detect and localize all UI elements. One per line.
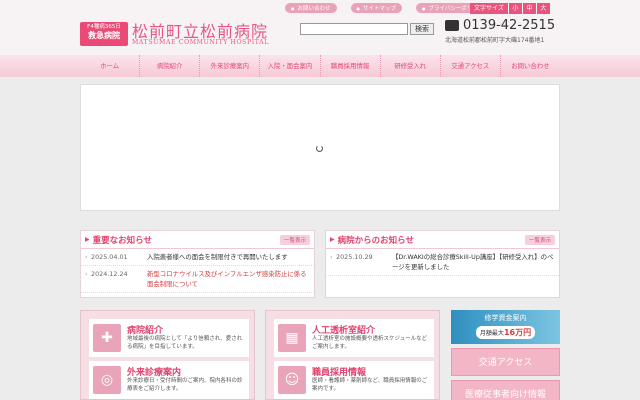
hospital-news-box: ▶ 病院からのお知らせ 一覧表示 2025.10.29 【Dr.WAKIの総合診… — [325, 230, 560, 298]
news-row[interactable]: 2025.10.29 【Dr.WAKIの総合診療Skill-Up講座】【研修受入… — [326, 249, 559, 276]
scholarship-title: 修学資金案内 — [484, 314, 527, 322]
arrow-icon: ▶ — [85, 236, 90, 243]
news-date: 2025.10.29 — [330, 252, 392, 272]
util-link-label: サイトマップ — [363, 6, 397, 12]
arrow-icon: ▶ — [330, 236, 335, 243]
address: 北海道松前郡松前町字大磯174番地1 — [445, 37, 545, 44]
info-cards-left: ✚ 病院紹介 地域最後の病院として「より信頼され、愛される病院」を目指しています… — [80, 310, 255, 400]
bullet-icon: ● — [422, 5, 426, 11]
nav-item-home[interactable]: ホーム — [80, 55, 139, 77]
phone-icon — [445, 20, 459, 31]
utility-links: ● お問い合わせ ● サイトマップ ● プライバシーポリシー — [285, 3, 490, 13]
medical-staff-button[interactable]: 医療従事者向け情報 — [451, 380, 560, 400]
news-text[interactable]: 入院患者様への面会を制限付きで再開いたします — [147, 252, 288, 262]
hospital-news-header: ▶ 病院からのお知らせ 一覧表示 — [326, 231, 559, 249]
scholarship-banner[interactable]: 修学資金案内 月額最大16万円 — [451, 310, 560, 344]
news-date: 2025.04.01 — [85, 252, 147, 262]
nav-item-outpatient[interactable]: 外来診療案内 — [199, 55, 259, 77]
phone-number[interactable]: 0139-42-2515 — [445, 18, 555, 33]
card-recruit[interactable]: ☺ 職員採用情報 医師・看護師・薬剤師など、職員採用情報のご案内です。 — [274, 361, 434, 399]
card-desc: 医師・看護師・薬剤師など、職員採用情報のご案内です。 — [312, 378, 428, 392]
phone-number-text: 0139-42-2515 — [463, 18, 556, 33]
card-desc: 外来診療日・受付時間のご案内、院内各科の診療表をご紹介します。 — [127, 378, 243, 392]
news-row[interactable]: 2025.04.01 入院患者様への面会を制限付きで再開いたします — [81, 249, 314, 266]
nav-item-contact[interactable]: お問い合わせ — [499, 55, 560, 77]
nav-item-about[interactable]: 病院紹介 — [139, 55, 199, 77]
font-size-large-button[interactable]: 大 — [536, 3, 550, 14]
nav-item-inpatient[interactable]: 入院・面会案内 — [259, 55, 319, 77]
scholarship-prefix: 月額最大 — [479, 330, 504, 337]
emergency-badge: F4種病365日 救急病院 — [80, 22, 128, 46]
global-nav: ホーム 病院紹介 外来診療案内 入院・面会案内 職員採用情報 研修受入れ 交通ア… — [0, 55, 640, 77]
scholarship-value: 16万円 — [503, 328, 532, 337]
important-news-title: 重要なお知らせ — [92, 235, 152, 246]
card-outpatient[interactable]: ◎ 外来診療案内 外来診療日・受付時間のご案内、院内各科の診療表をご紹介します。 — [89, 361, 249, 399]
info-cards-middle: ▦ 人工透析室紹介 人工透析室の施設概要や透析スケジュールなどご案内します。 ☺… — [265, 310, 440, 400]
news-text[interactable]: 新型コロナウイルス及びインフルエンザ感染防止に係る面会制限について — [147, 269, 310, 289]
hospital-news-more-button[interactable]: 一覧表示 — [524, 234, 555, 245]
font-size-medium-button[interactable]: 中 — [522, 3, 536, 14]
important-news-more-button[interactable]: 一覧表示 — [279, 234, 310, 245]
news-date: 2024.12.24 — [85, 269, 147, 289]
news-text[interactable]: 【Dr.WAKIの総合診療Skill-Up講座】【研修受入れ】のページを更新しま… — [392, 252, 555, 272]
news-row[interactable]: 2024.12.24 新型コロナウイルス及びインフルエンザ感染防止に係る面会制限… — [81, 266, 314, 293]
stethoscope-icon: ◎ — [93, 366, 121, 394]
nav-item-access[interactable]: 交通アクセス — [439, 55, 500, 77]
font-size-small-button[interactable]: 小 — [508, 3, 522, 14]
site-logo-subtitle: MATSUMAE COMMUNITY HOSPITAL — [132, 39, 269, 46]
badge-line2: 救急病院 — [88, 31, 120, 41]
font-size-label: 文字サイズ — [470, 3, 508, 14]
important-news-header: ▶ 重要なお知らせ 一覧表示 — [81, 231, 314, 249]
font-size-switcher: 文字サイズ 小 中 大 — [470, 3, 550, 14]
card-desc: 地域最後の病院として「より信頼され、愛される病院」を目指しています。 — [127, 336, 243, 350]
important-news-box: ▶ 重要なお知らせ 一覧表示 2025.04.01 入院患者様への面会を制限付き… — [80, 230, 315, 298]
hospital-icon: ✚ — [93, 324, 121, 352]
card-dialysis[interactable]: ▦ 人工透析室紹介 人工透析室の施設概要や透析スケジュールなどご案内します。 — [274, 319, 434, 357]
hospital-news-title: 病院からのお知らせ — [337, 235, 414, 246]
access-button[interactable]: 交通アクセス — [451, 348, 560, 376]
util-link-contact[interactable]: ● お問い合わせ — [285, 3, 337, 13]
card-hospital-intro[interactable]: ✚ 病院紹介 地域最後の病院として「より信頼され、愛される病院」を目指しています… — [89, 319, 249, 357]
card-desc: 人工透析室の施設概要や透析スケジュールなどご案内します。 — [312, 336, 428, 350]
badge-line1: F4種病365日 — [87, 24, 121, 30]
nav-item-recruit[interactable]: 職員採用情報 — [319, 55, 380, 77]
dialysis-icon: ▦ — [278, 324, 306, 352]
nav-item-training[interactable]: 研修受入れ — [379, 55, 440, 77]
hero-slider[interactable] — [80, 84, 560, 211]
site-header: F4種病365日 救急病院 松前町立松前病院 MATSUMAE COMMUNIT… — [80, 0, 560, 55]
scholarship-amount: 月額最大16万円 — [475, 326, 536, 339]
search-input[interactable] — [300, 23, 408, 35]
bullet-icon: ● — [291, 5, 295, 11]
bullet-icon: ● — [356, 5, 361, 11]
loading-spinner-icon — [316, 145, 323, 152]
staff-icon: ☺ — [278, 366, 306, 394]
util-link-label: お問い合わせ — [297, 6, 331, 12]
search-button[interactable]: 検索 — [410, 23, 434, 35]
util-link-sitemap[interactable]: ● サイトマップ — [350, 3, 403, 13]
